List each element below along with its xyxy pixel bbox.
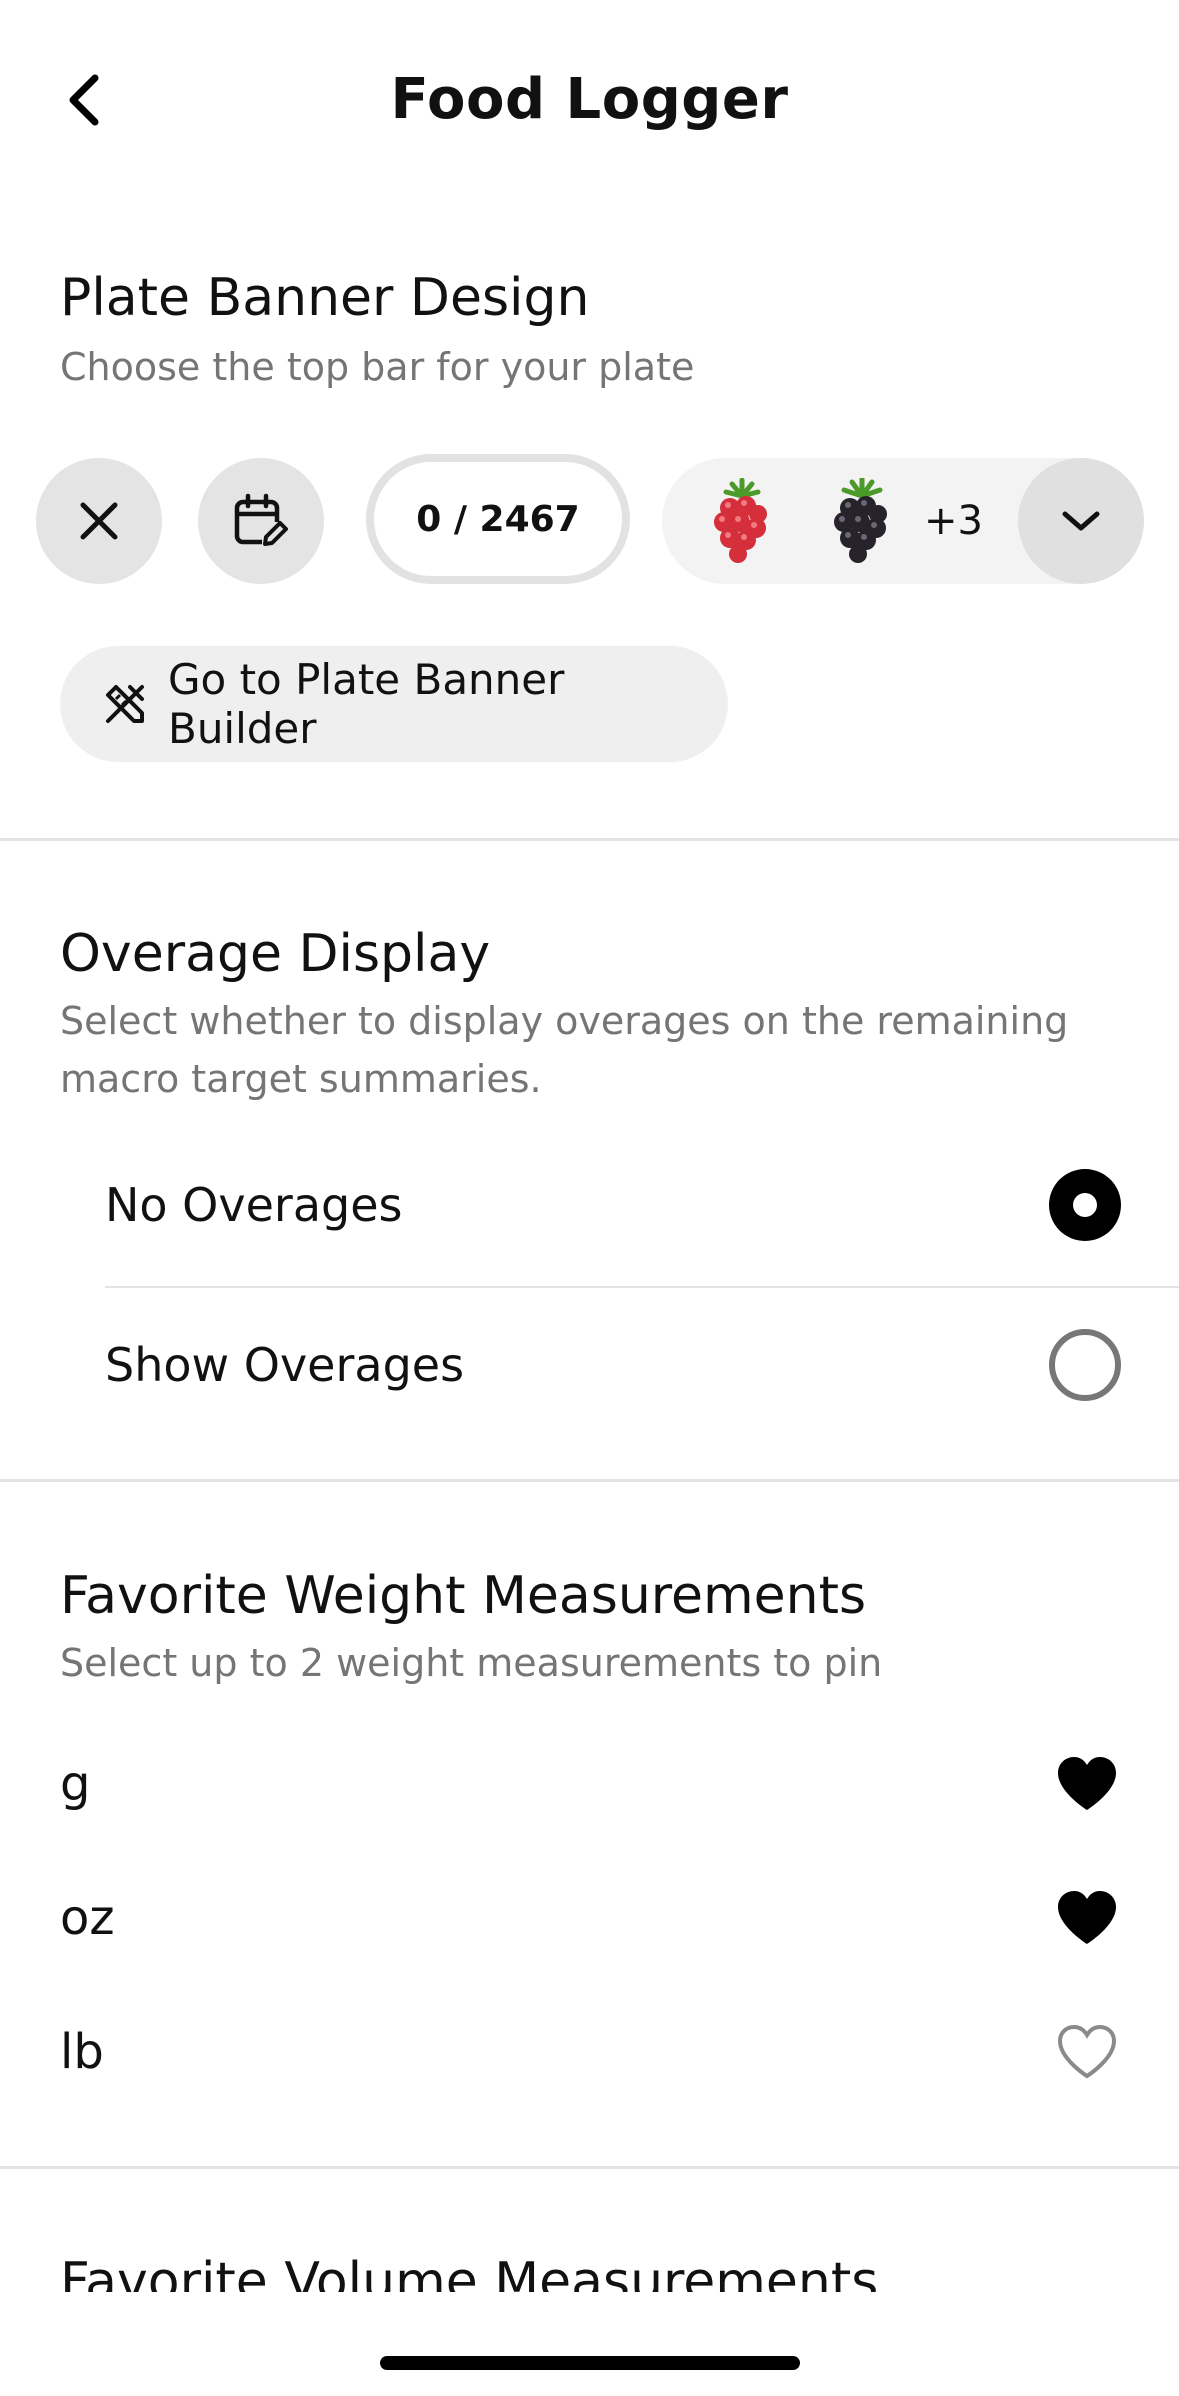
radio-option-no-overages[interactable]: No Overages [105,1150,1121,1260]
banner-dropdown-button[interactable] [1018,458,1144,584]
section-divider [0,838,1179,841]
radio-label: Show Overages [105,1338,465,1392]
heart-outline-icon[interactable] [1054,2022,1120,2082]
section-divider [0,2166,1179,2169]
unit-row-lb[interactable]: lb [60,2002,1120,2102]
section-divider [0,1479,1179,1482]
blackberry-icon [834,478,887,563]
more-banners-count: +3 [924,498,983,544]
unit-label: lb [60,2024,104,2080]
option-divider [105,1286,1179,1288]
raspberry-icon [714,478,767,563]
page-title: Food Logger [390,67,789,132]
radio-option-show-overages[interactable]: Show Overages [105,1310,1121,1420]
builder-button-label: Go to Plate Banner Builder [168,655,565,753]
banner-count-pill[interactable]: 0 / 2467 [366,454,630,584]
header-bar: Food Logger [0,0,1179,200]
unit-label: g [60,1756,91,1812]
calendar-edit-icon [234,493,288,546]
chevron-down-icon [1062,511,1100,531]
close-icon [80,502,118,540]
plate-banner-subtitle: Choose the top bar for your plate [60,345,695,389]
plate-banner-builder-button[interactable]: Go to Plate Banner Builder [60,646,728,762]
banner-selection-pill[interactable]: +3 [662,458,1144,584]
plate-banner-title: Plate Banner Design [60,268,590,328]
design-tools-icon [102,681,148,727]
schedule-banner-button[interactable] [198,458,324,584]
volume-title: Favorite Volume Measurements [60,2252,879,2292]
radio-unselected[interactable] [1049,1329,1121,1401]
heart-filled-icon[interactable] [1054,1888,1120,1948]
overage-title: Overage Display [60,924,491,984]
heart-filled-icon[interactable] [1054,1754,1120,1814]
unit-label: oz [60,1890,115,1946]
unit-row-g[interactable]: g [60,1734,1120,1834]
weight-subtitle: Select up to 2 weight measurements to pi… [60,1641,883,1685]
overage-subtitle: Select whether to display overages on th… [60,999,1069,1101]
unit-row-oz[interactable]: oz [60,1868,1120,1968]
radio-selected[interactable] [1049,1169,1121,1241]
weight-title: Favorite Weight Measurements [60,1566,867,1626]
home-indicator[interactable] [380,2356,800,2370]
clear-banner-button[interactable] [36,458,162,584]
radio-label: No Overages [105,1178,403,1232]
